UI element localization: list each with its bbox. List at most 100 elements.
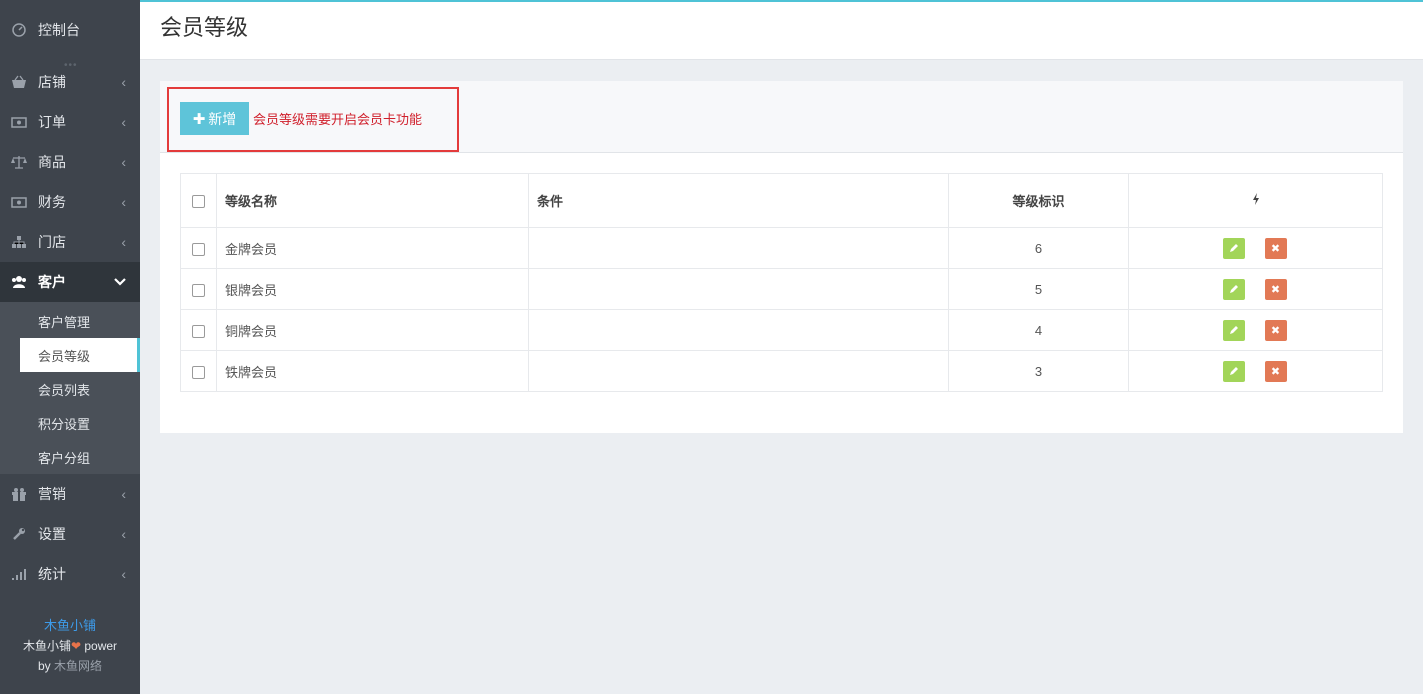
chevron-left-icon: ‹ [121, 566, 126, 582]
chevron-left-icon: ‹ [121, 74, 126, 90]
footer-power-suffix: power [81, 639, 118, 653]
chevron-down-icon [114, 274, 126, 290]
content-panel: ✚ 新增 会员等级需要开启会员卡功能 等级名称 条件 等级标识 金牌会员 6 ✖… [160, 81, 1403, 433]
table-header-row: 等级名称 条件 等级标识 [180, 173, 1383, 228]
wrench-icon [11, 526, 27, 542]
pencil-icon [1229, 326, 1238, 334]
edit-button[interactable] [1222, 278, 1245, 300]
chevron-left-icon: ‹ [121, 154, 126, 170]
sidebar-item-label: 营销 [38, 486, 66, 502]
chevron-left-icon: ‹ [121, 234, 126, 250]
scale-icon [11, 154, 27, 170]
heart-icon: ❤ [70, 639, 82, 653]
sidebar-item-label: 设置 [38, 526, 66, 542]
lightning-icon [1252, 193, 1260, 208]
level-condition-cell [528, 309, 949, 351]
table-row: 金牌会员 6 ✖ [180, 227, 1383, 269]
sidebar-item-label: 商品 [38, 154, 66, 170]
sidebar-item-goods[interactable]: 商品 ‹ [0, 142, 140, 182]
footer-power-text: 木鱼小铺❤ power [0, 636, 140, 656]
row-checkbox[interactable] [192, 242, 205, 256]
member-level-table: 等级名称 条件 等级标识 金牌会员 6 ✖ 银牌会员 5 ✖ 铜牌会员 4 ✖ … [180, 173, 1383, 392]
sidebar-item-label: 订单 [38, 114, 66, 130]
row-checkbox[interactable] [192, 324, 205, 338]
level-mark-cell: 4 [948, 309, 1129, 351]
sidebar: 控制台 ••• 店铺 ‹ 订单 ‹ 商品 ‹ 财务 ‹ 门店 ‹ 客户 客户管理… [0, 0, 140, 694]
sidebar-item-shop[interactable]: 店铺 ‹ [0, 62, 140, 102]
close-icon: ✖ [1270, 242, 1281, 255]
sidebar-item-finance[interactable]: 财务 ‹ [0, 182, 140, 222]
sidebar-item-label: 控制台 [38, 22, 80, 38]
close-icon: ✖ [1270, 365, 1281, 378]
submenu-item-member-list[interactable]: 会员列表 [20, 372, 140, 406]
row-checkbox[interactable] [192, 365, 205, 379]
column-header-name: 等级名称 [216, 173, 529, 228]
delete-button[interactable]: ✖ [1264, 278, 1287, 300]
panel-toolbar: ✚ 新增 会员等级需要开启会员卡功能 [160, 81, 1403, 153]
plus-icon: ✚ [192, 110, 206, 128]
close-icon: ✖ [1270, 324, 1281, 337]
submenu-item-member-level[interactable]: 会员等级 [20, 338, 140, 372]
page-title: 会员等级 [160, 15, 249, 40]
sidebar-item-label: 统计 [38, 566, 66, 582]
level-condition-cell [528, 227, 949, 269]
edit-button[interactable] [1222, 237, 1245, 259]
sidebar-item-order[interactable]: 订单 ‹ [0, 102, 140, 142]
add-button[interactable]: ✚ 新增 [180, 102, 249, 135]
sitemap-icon [11, 234, 27, 250]
sidebar-footer: 木鱼小铺 木鱼小铺❤ power by 木鱼网络 [0, 614, 140, 694]
level-condition-cell [528, 268, 949, 310]
order-money-icon [11, 114, 27, 130]
chevron-left-icon: ‹ [121, 526, 126, 542]
sidebar-item-marketing[interactable]: 营销 ‹ [0, 474, 140, 514]
submenu-item-customer-group[interactable]: 客户分组 [20, 440, 140, 474]
page-header: 会员等级 [140, 2, 1423, 60]
footer-power-prefix: 木鱼小铺 [22, 639, 71, 653]
footer-by-prefix: by [37, 659, 54, 673]
chevron-left-icon: ‹ [121, 486, 126, 502]
level-name-cell: 铜牌会员 [216, 309, 529, 351]
sidebar-item-stats[interactable]: 统计 ‹ [0, 554, 140, 594]
column-header-mark: 等级标识 [948, 173, 1129, 228]
select-all-cell [180, 173, 217, 228]
chevron-left-icon: ‹ [121, 114, 126, 130]
column-header-actions [1128, 173, 1383, 228]
customer-submenu: 客户管理 会员等级 会员列表 积分设置 客户分组 [0, 302, 140, 474]
member-card-notice: 会员等级需要开启会员卡功能 [253, 112, 423, 127]
delete-button[interactable]: ✖ [1264, 360, 1287, 382]
column-header-condition: 条件 [528, 173, 949, 228]
pencil-icon [1229, 244, 1238, 252]
dashboard-icon [11, 22, 27, 38]
table-row: 银牌会员 5 ✖ [180, 268, 1383, 310]
edit-button[interactable] [1222, 360, 1245, 382]
delete-button[interactable]: ✖ [1264, 237, 1287, 259]
sidebar-item-label: 财务 [38, 194, 66, 210]
edit-button[interactable] [1222, 319, 1245, 341]
delete-button[interactable]: ✖ [1264, 319, 1287, 341]
level-condition-cell [528, 350, 949, 392]
sidebar-item-store[interactable]: 门店 ‹ [0, 222, 140, 262]
shop-basket-icon [11, 74, 27, 90]
footer-company-link[interactable]: 木鱼网络 [54, 659, 102, 673]
finance-money-icon [11, 194, 27, 210]
table-row: 铁牌会员 3 ✖ [180, 350, 1383, 392]
level-mark-cell: 3 [948, 350, 1129, 392]
sidebar-item-dashboard[interactable]: 控制台 ••• [0, 0, 140, 71]
sidebar-item-label: 店铺 [38, 74, 66, 90]
submenu-item-customer-manage[interactable]: 客户管理 [20, 304, 140, 338]
level-mark-cell: 5 [948, 268, 1129, 310]
users-icon [11, 274, 27, 290]
sidebar-item-settings[interactable]: 设置 ‹ [0, 514, 140, 554]
level-name-cell: 铁牌会员 [216, 350, 529, 392]
row-checkbox[interactable] [192, 283, 205, 297]
add-button-label: 新增 [208, 110, 237, 127]
level-name-cell: 银牌会员 [216, 268, 529, 310]
signal-icon [11, 566, 27, 582]
select-all-checkbox[interactable] [192, 195, 205, 209]
pencil-icon [1229, 367, 1238, 375]
submenu-item-points-settings[interactable]: 积分设置 [20, 406, 140, 440]
sidebar-item-customer[interactable]: 客户 [0, 262, 140, 302]
footer-brand-link[interactable]: 木鱼小铺 [0, 616, 140, 636]
pencil-icon [1229, 285, 1238, 293]
table-row: 铜牌会员 4 ✖ [180, 309, 1383, 351]
